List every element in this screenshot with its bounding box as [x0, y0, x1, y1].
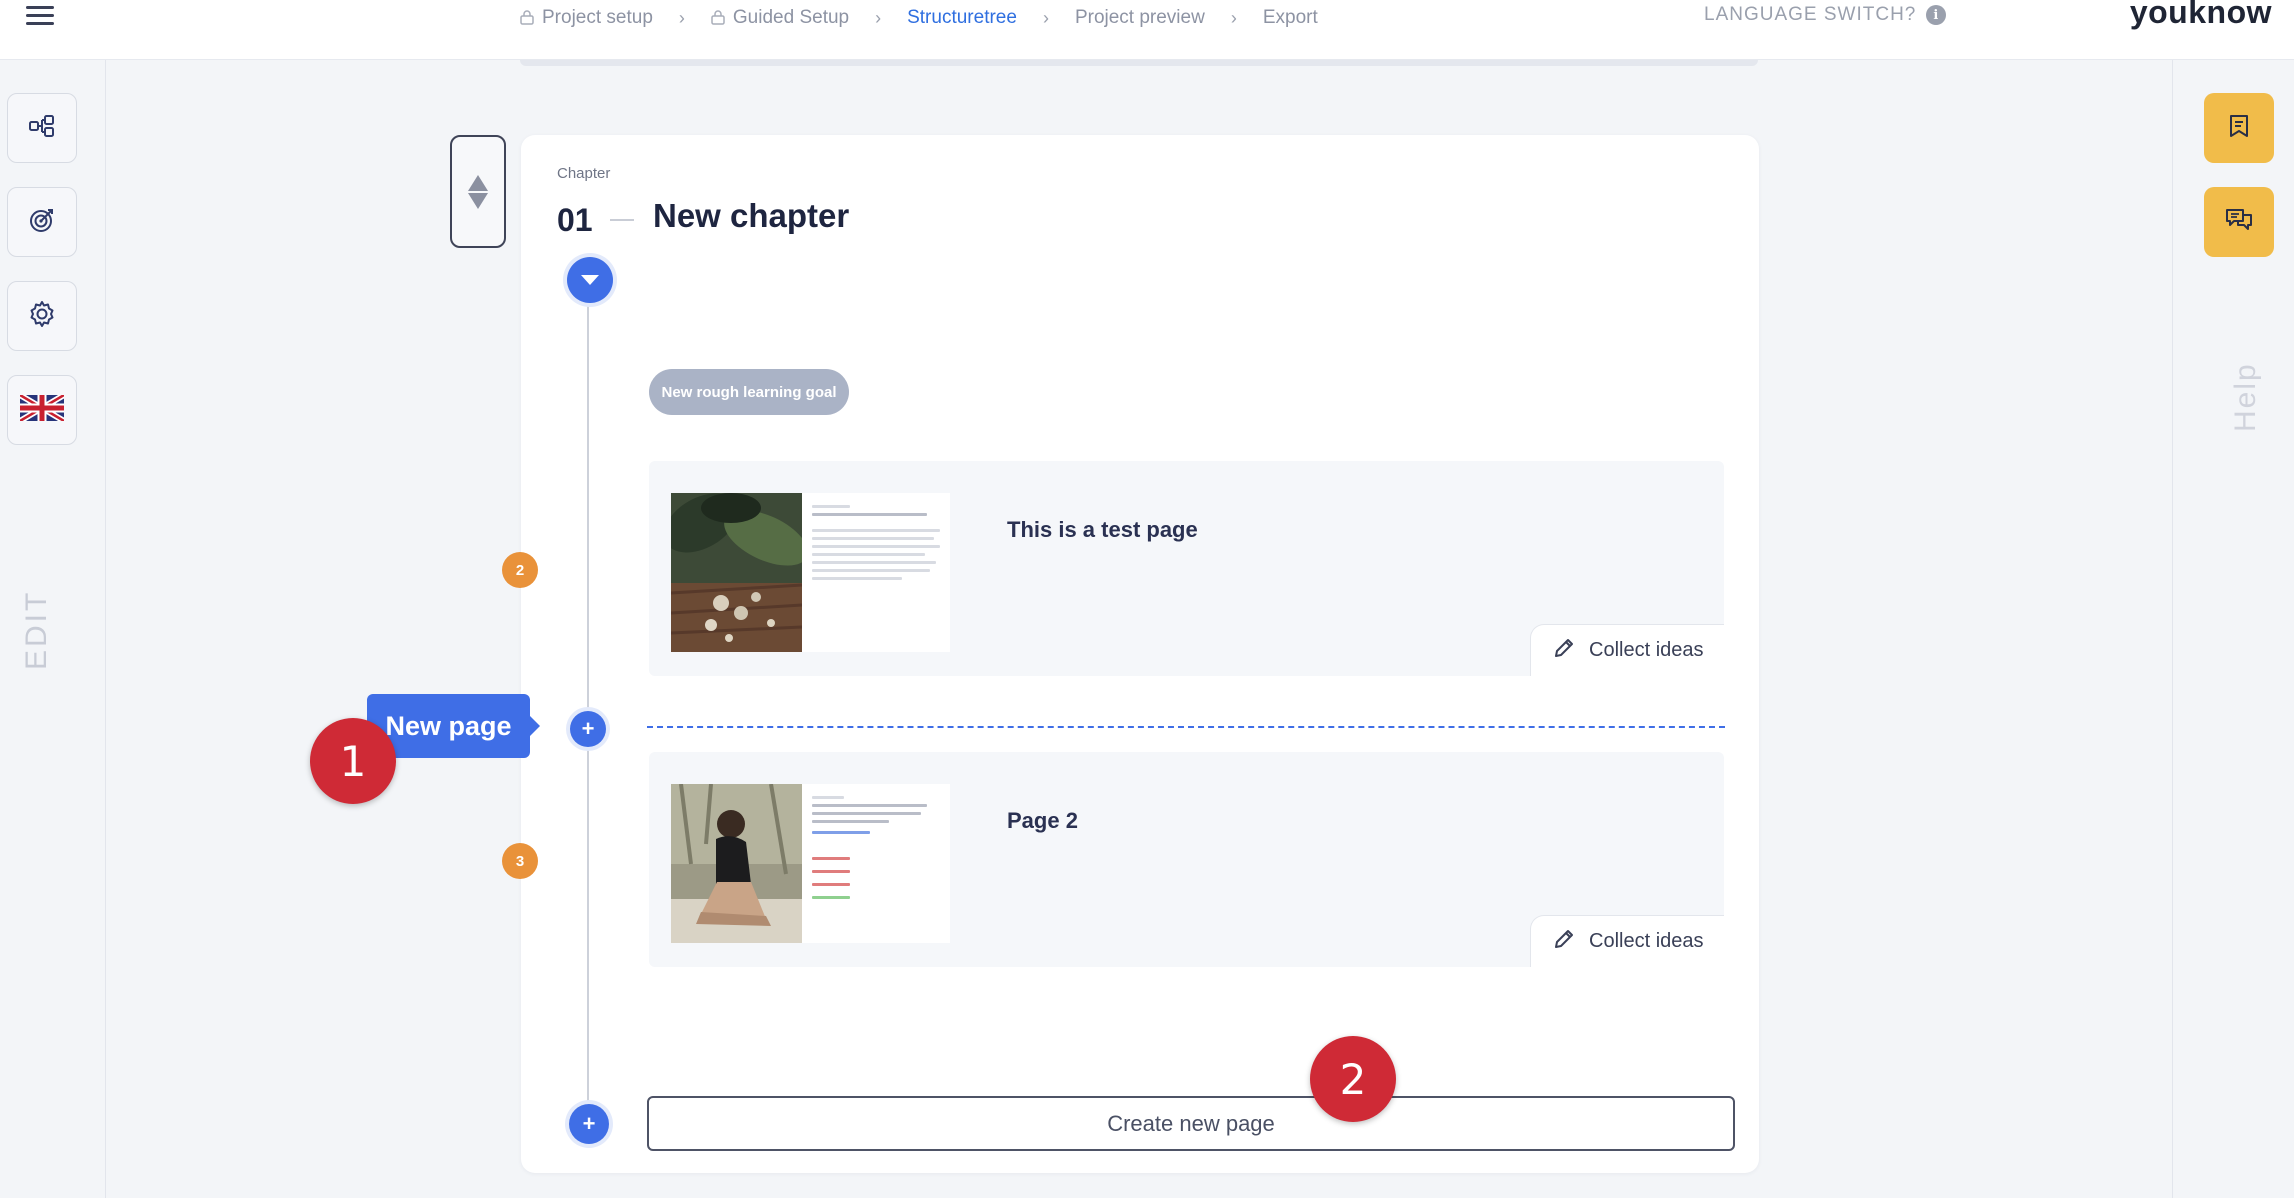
breadcrumb-project-preview[interactable]: Project preview	[1075, 7, 1205, 29]
collect-ideas-label: Collect ideas	[1589, 639, 1704, 661]
page-number-badge: 3	[502, 843, 538, 879]
notes-button[interactable]	[2204, 93, 2274, 163]
add-page-button[interactable]: +	[569, 1104, 609, 1144]
page-thumbnail-image	[671, 493, 802, 652]
target-icon	[29, 207, 55, 238]
breadcrumb-label: Export	[1262, 7, 1318, 28]
annotation-marker-2: 2	[1310, 1036, 1396, 1122]
collapse-chapter-button[interactable]	[567, 257, 613, 303]
help-label[interactable]: Help	[2229, 362, 2263, 432]
uk-flag-icon	[18, 391, 66, 426]
top-bar: Project setup › Guided Setup › Structure…	[0, 0, 2294, 60]
left-sidebar: EDIT	[0, 60, 106, 1198]
timeline-line	[587, 280, 589, 1122]
learning-goal-pill[interactable]: New rough learning goal	[649, 369, 849, 415]
breadcrumb-project-setup[interactable]: Project setup	[520, 7, 653, 29]
page-thumbnail-image	[671, 784, 802, 943]
chevron-right-icon: ›	[1230, 7, 1237, 28]
structure-icon	[29, 114, 55, 142]
collect-ideas-button[interactable]: Collect ideas	[1530, 915, 1724, 967]
reorder-handle[interactable]	[450, 135, 506, 248]
collect-ideas-button[interactable]: Collect ideas	[1530, 624, 1724, 676]
chevron-right-icon: ›	[875, 7, 882, 28]
chevron-down-icon	[581, 275, 599, 285]
chapter-divider	[610, 219, 634, 221]
language-switch[interactable]: LANGUAGE SWITCH? i	[1704, 4, 1947, 26]
breadcrumb-guided-setup[interactable]: Guided Setup	[711, 7, 849, 29]
page-thumbnail-document	[802, 784, 950, 943]
arrow-up-icon[interactable]	[468, 174, 488, 191]
create-new-page-button[interactable]: Create new page	[647, 1096, 1735, 1151]
right-sidebar: Help	[2172, 60, 2294, 1198]
page-number-badge: 2	[502, 552, 538, 588]
language-button[interactable]	[7, 375, 77, 445]
bookmark-icon	[2228, 114, 2250, 143]
structure-button[interactable]	[7, 93, 77, 163]
breadcrumb-structuretree[interactable]: Structuretree	[907, 7, 1017, 29]
chapter-label: Chapter	[557, 165, 611, 182]
insert-page-button[interactable]: +	[570, 711, 606, 747]
chat-button[interactable]	[2204, 187, 2274, 257]
pencil-icon	[1553, 637, 1575, 665]
breadcrumb-label: Project preview	[1074, 7, 1205, 28]
chevron-right-icon: ›	[678, 7, 685, 28]
gear-icon	[28, 300, 56, 333]
language-switch-label: LANGUAGE SWITCH?	[1704, 4, 1917, 25]
collect-ideas-label: Collect ideas	[1589, 930, 1704, 952]
breadcrumb-label: Structuretree	[907, 7, 1017, 28]
chat-icon	[2225, 208, 2253, 237]
chapter-title[interactable]: New chapter	[653, 197, 849, 235]
annotation-marker-1: 1	[310, 718, 396, 804]
chevron-right-icon: ›	[1042, 7, 1049, 28]
lock-icon	[520, 9, 534, 28]
insert-page-indicator	[647, 726, 1725, 728]
info-icon[interactable]: i	[1926, 5, 1947, 25]
menu-icon[interactable]	[26, 4, 60, 28]
lock-icon	[711, 9, 725, 28]
arrow-down-icon[interactable]	[468, 192, 488, 209]
header-divider	[520, 60, 1758, 66]
page-card[interactable]: This is a test page Collect ideas	[649, 461, 1724, 676]
target-button[interactable]	[7, 187, 77, 257]
breadcrumb-label: Guided Setup	[732, 7, 850, 28]
breadcrumb-label: Project setup	[542, 7, 653, 28]
breadcrumb-export[interactable]: Export	[1263, 7, 1318, 29]
brand-logo: youknow	[2129, 0, 2272, 30]
page-title[interactable]: Page 2	[1007, 808, 1078, 834]
settings-button[interactable]	[7, 281, 77, 351]
pencil-icon	[1553, 928, 1575, 956]
breadcrumb: Project setup › Guided Setup › Structure…	[520, 0, 1318, 36]
page-card[interactable]: Page 2 Collect ideas	[649, 752, 1724, 967]
page-title[interactable]: This is a test page	[1007, 517, 1198, 543]
chapter-number: 01	[557, 202, 593, 238]
edit-mode-label: EDIT	[20, 589, 53, 670]
page-thumbnail-document	[802, 493, 950, 652]
